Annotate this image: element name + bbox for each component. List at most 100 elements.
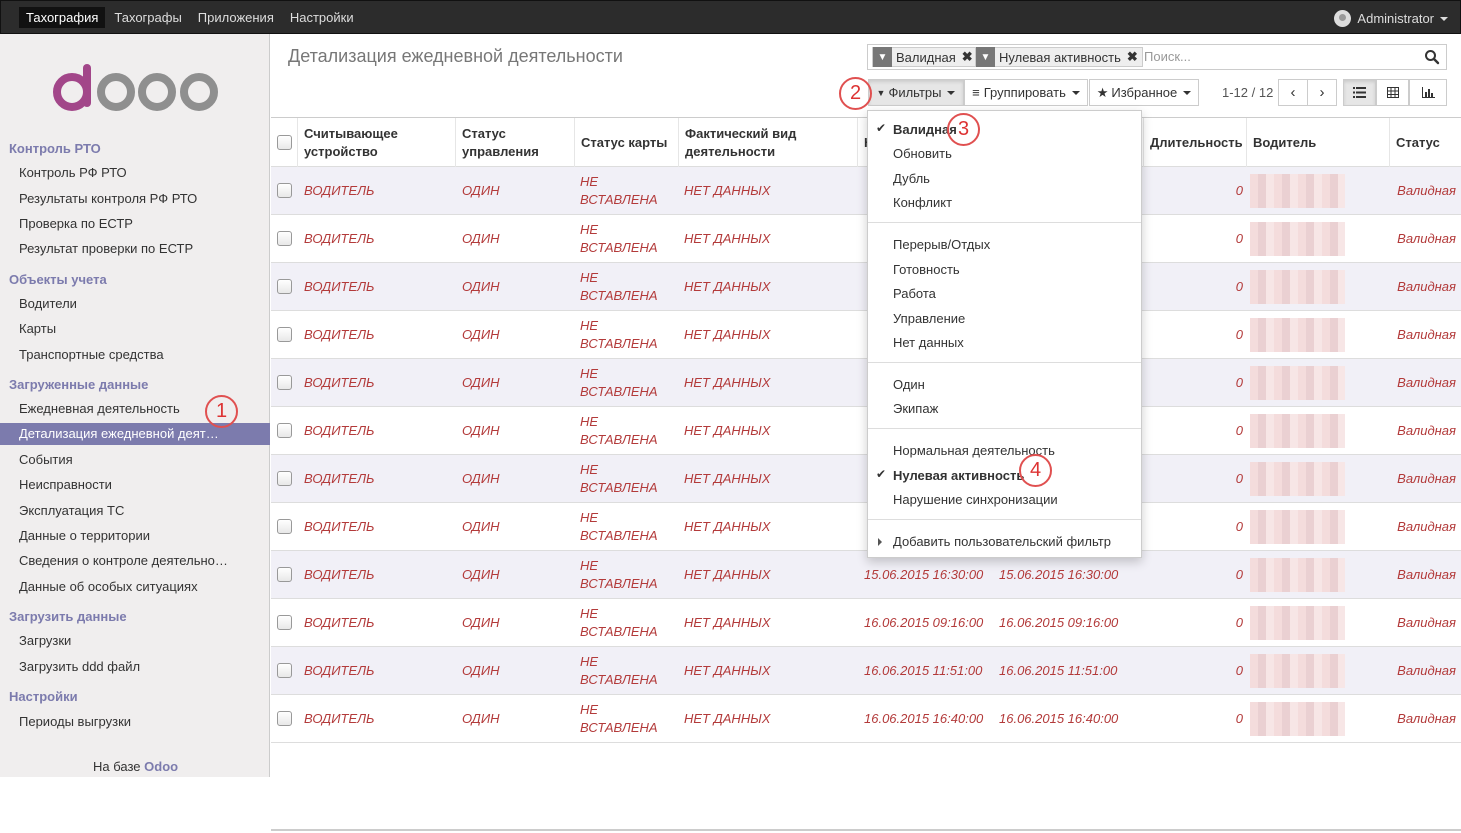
filter-work[interactable]: Работа — [893, 286, 936, 301]
table-row[interactable]: ВОДИТЕЛЬ ОДИН НЕ ВСТАВЛЕНА НЕТ ДАННЫХ 0 Валид… — [271, 503, 1461, 551]
table-row[interactable]: ВОДИТЕЛЬ ОДИН НЕ ВСТАВЛЕНА НЕТ ДАННЫХ 0 Валид… — [271, 167, 1461, 215]
table-row[interactable]: ВОДИТЕЛЬ ОДИН НЕ ВСТАВЛЕНА НЕТ ДАННЫХ 15.06.… — [271, 551, 1461, 599]
menu-tachography[interactable]: Тахография — [19, 7, 106, 28]
cell-control-status: ОДИН — [462, 327, 500, 342]
row-checkbox[interactable] — [277, 183, 292, 198]
filter-crew[interactable]: Экипаж — [893, 401, 938, 416]
row-checkbox[interactable] — [277, 423, 292, 438]
table-row[interactable]: ВОДИТЕЛЬ ОДИН НЕ ВСТАВЛЕНА НЕТ ДАННЫХ 0 Валид… — [271, 407, 1461, 455]
cell-activity: НЕТ ДАННЫХ — [684, 519, 771, 534]
filter-duplicate[interactable]: Дубль — [893, 171, 930, 186]
list-view-button[interactable] — [1343, 79, 1376, 106]
sidebar-item-special-situations[interactable]: Данные об особых ситуациях — [19, 579, 198, 594]
sidebar-item-rf-rto-results[interactable]: Результаты контроля РФ РТО — [19, 191, 197, 206]
close-icon[interactable]: ✖ — [1125, 49, 1142, 65]
cell-card-status: НЕ ВСТАВЛЕНА — [580, 510, 658, 543]
driver-name-redacted — [1250, 222, 1345, 256]
filter-availability[interactable]: Готовность — [893, 262, 960, 277]
table-row[interactable]: ВОДИТЕЛЬ ОДИН НЕ ВСТАВЛЕНА НЕТ ДАННЫХ 0 Валид… — [271, 263, 1461, 311]
row-checkbox[interactable] — [277, 519, 292, 534]
table-row[interactable]: ВОДИТЕЛЬ ОДИН НЕ ВСТАВЛЕНА НЕТ ДАННЫХ 0 Валид… — [271, 359, 1461, 407]
sidebar-item-upload-ddd[interactable]: Загрузить ddd файл — [19, 659, 140, 674]
search-input[interactable]: Поиск... — [1144, 49, 1191, 64]
sidebar-item-export-periods[interactable]: Периоды выгрузки — [19, 714, 131, 729]
sidebar-item-vehicle-usage[interactable]: Эксплуатация ТС — [19, 503, 124, 518]
column-duration[interactable]: Длительность — [1144, 118, 1247, 167]
filter-zero-activity[interactable]: Нулевая активность — [893, 468, 1024, 483]
table-row[interactable]: ВОДИТЕЛЬ ОДИН НЕ ВСТАВЛЕНА НЕТ ДАННЫХ 0 Валид… — [271, 311, 1461, 359]
sidebar-item-drivers[interactable]: Водители — [19, 296, 77, 311]
group-by-button[interactable]: ≡ Группировать — [964, 79, 1088, 106]
sidebar-item-faults[interactable]: Неисправности — [19, 477, 112, 492]
cell-device: ВОДИТЕЛЬ — [304, 279, 375, 294]
annotation-badge-2: 2 — [839, 77, 872, 110]
menu-settings[interactable]: Настройки — [283, 7, 361, 28]
section-objects: Объекты учета — [9, 272, 107, 287]
search-bar[interactable]: ▼ Валидная ✖ ▼ Нулевая активность ✖ Поис… — [867, 44, 1447, 70]
pivot-view-button[interactable] — [1376, 79, 1409, 106]
row-checkbox[interactable] — [277, 375, 292, 390]
cell-device: ВОДИТЕЛЬ — [304, 471, 375, 486]
driver-name-redacted — [1250, 366, 1345, 400]
cell-card-status: НЕ ВСТАВЛЕНА — [580, 702, 658, 735]
row-checkbox[interactable] — [277, 711, 292, 726]
filter-driving[interactable]: Управление — [893, 311, 965, 326]
column-activity[interactable]: Фактический вид деятельности — [679, 118, 858, 167]
add-custom-filter[interactable]: Добавить пользовательский фильтр — [893, 534, 1111, 549]
row-checkbox[interactable] — [277, 279, 292, 294]
annotation-badge-3: 3 — [947, 113, 980, 146]
sidebar-item-territory[interactable]: Данные о территории — [19, 528, 150, 543]
column-card-status[interactable]: Статус карты — [575, 118, 679, 167]
table-row[interactable]: ВОДИТЕЛЬ ОДИН НЕ ВСТАВЛЕНА НЕТ ДАННЫХ 16.06.… — [271, 599, 1461, 647]
table-row[interactable]: ВОДИТЕЛЬ ОДИН НЕ ВСТАВЛЕНА НЕТ ДАННЫХ 0 Валид… — [271, 215, 1461, 263]
sidebar-item-vehicles[interactable]: Транспортные средства — [19, 347, 164, 362]
user-menu[interactable]: Administrator — [1334, 10, 1448, 27]
favorites-button[interactable]: ★ Избранное — [1089, 79, 1199, 106]
sidebar-item-control-info[interactable]: Сведения о контроле деятельно… — [19, 553, 228, 568]
select-all-checkbox[interactable] — [277, 135, 292, 150]
cell-control-status: ОДИН — [462, 375, 500, 390]
column-status[interactable]: Статус — [1390, 118, 1461, 167]
sidebar-item-events[interactable]: События — [19, 452, 73, 467]
powered-by-link[interactable]: Odoo — [144, 759, 178, 774]
filter-single[interactable]: Один — [893, 377, 925, 392]
filter-update[interactable]: Обновить — [893, 146, 952, 161]
filter-break-rest[interactable]: Перерыв/Отдых — [893, 237, 990, 252]
column-device[interactable]: Считывающее устройство — [298, 118, 456, 167]
row-checkbox[interactable] — [277, 231, 292, 246]
row-checkbox[interactable] — [277, 615, 292, 630]
sidebar-item-daily-activity[interactable]: Ежедневная деятельность — [19, 401, 180, 416]
filter-no-data[interactable]: Нет данных — [893, 335, 964, 350]
driver-name-redacted — [1250, 270, 1345, 304]
table-row[interactable]: ВОДИТЕЛЬ ОДИН НЕ ВСТАВЛЕНА НЕТ ДАННЫХ 16.06.… — [271, 647, 1461, 695]
row-checkbox[interactable] — [277, 663, 292, 678]
search-icon[interactable] — [1424, 49, 1440, 65]
sidebar-item-uploads[interactable]: Загрузки — [19, 633, 71, 648]
column-control-status[interactable]: Статус управления — [456, 118, 575, 167]
sidebar-item-estr-check[interactable]: Проверка по ЕСТР — [19, 216, 133, 231]
filter-sync-violation[interactable]: Нарушение синхронизации — [893, 492, 1058, 507]
sidebar-item-estr-result[interactable]: Результат проверки по ЕСТР — [19, 241, 193, 256]
sidebar-item-rf-rto-control[interactable]: Контроль РФ РТО — [19, 165, 127, 180]
menu-applications[interactable]: Приложения — [191, 7, 281, 28]
table-row[interactable]: ВОДИТЕЛЬ ОДИН НЕ ВСТАВЛЕНА НЕТ ДАННЫХ 0 Валид… — [271, 455, 1461, 503]
driver-name-redacted — [1250, 318, 1345, 352]
pager-next-button[interactable]: › — [1307, 79, 1337, 106]
table-row[interactable]: ВОДИТЕЛЬ ОДИН НЕ ВСТАВЛЕНА НЕТ ДАННЫХ 16.06.… — [271, 695, 1461, 743]
filters-button[interactable]: ▼ Фильтры — [868, 79, 964, 106]
pager-previous-button[interactable]: ‹ — [1278, 79, 1308, 106]
filter-conflict[interactable]: Конфликт — [893, 195, 952, 210]
sidebar-item-cards[interactable]: Карты — [19, 321, 56, 336]
sidebar-item-daily-activity-details[interactable]: Детализация ежедневной деят… — [0, 423, 270, 445]
row-checkbox[interactable] — [277, 567, 292, 582]
favorites-label: Избранное — [1111, 85, 1178, 100]
row-checkbox[interactable] — [277, 471, 292, 486]
column-driver[interactable]: Водитель — [1247, 118, 1390, 167]
pager-value[interactable]: 1-12 / 12 — [1222, 85, 1273, 100]
divider — [868, 222, 1141, 223]
section-rto-control: Контроль РТО — [9, 141, 101, 156]
menu-tachographs[interactable]: Тахографы — [107, 7, 188, 28]
graph-view-button[interactable] — [1409, 79, 1447, 106]
row-checkbox[interactable] — [277, 327, 292, 342]
cell-card-status: НЕ ВСТАВЛЕНА — [580, 558, 658, 591]
